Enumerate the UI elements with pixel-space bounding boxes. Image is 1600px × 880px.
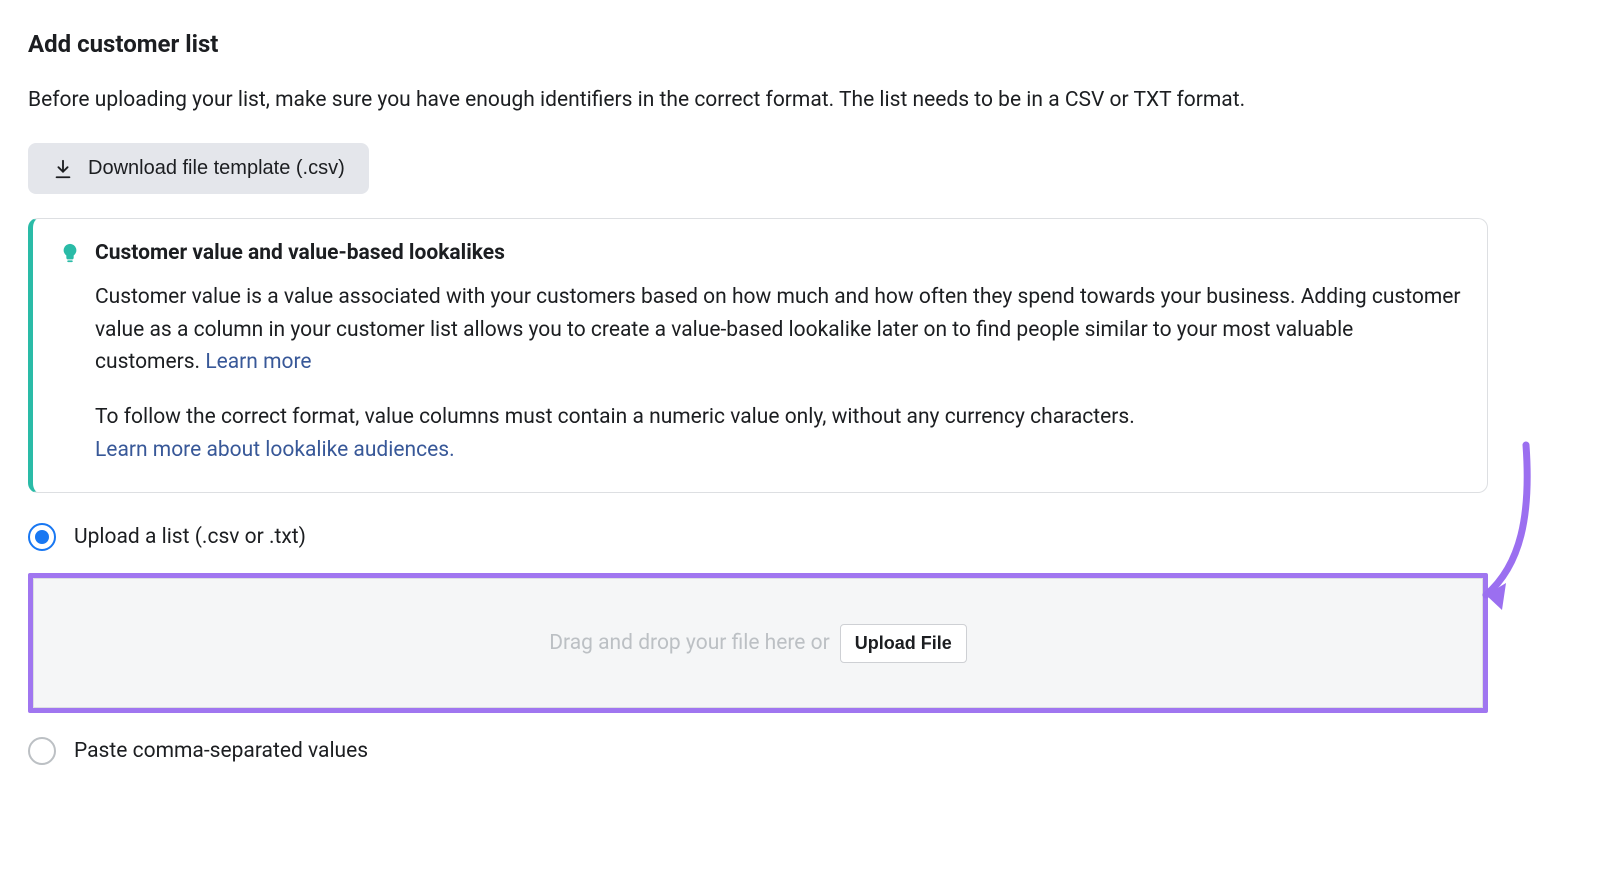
info-card: Customer value and value-based lookalike… [28, 218, 1488, 493]
intro-text: Before uploading your list, make sure yo… [28, 86, 1488, 115]
download-icon [52, 158, 74, 180]
paste-option-row: Paste comma-separated values [28, 737, 1488, 765]
upload-file-button[interactable]: Upload File [840, 624, 967, 663]
radio-dot [35, 530, 49, 544]
download-template-button[interactable]: Download file template (.csv) [28, 143, 369, 194]
learn-more-link-1[interactable]: Learn more [205, 350, 311, 374]
learn-more-link-2[interactable]: Learn more about lookalike audiences. [95, 438, 455, 462]
upload-option-row: Upload a list (.csv or .txt) [28, 523, 1488, 551]
upload-radio[interactable] [28, 523, 56, 551]
paste-option-label: Paste comma-separated values [74, 739, 368, 763]
lightbulb-icon [59, 242, 81, 264]
dropzone-text: Drag and drop your file here or [549, 631, 830, 655]
page-title: Add customer list [28, 30, 1488, 58]
paste-radio[interactable] [28, 737, 56, 765]
file-dropzone[interactable]: Drag and drop your file here or Upload F… [33, 578, 1483, 708]
info-card-title: Customer value and value-based lookalike… [95, 241, 505, 265]
download-template-label: Download file template (.csv) [88, 157, 345, 180]
upload-option-label: Upload a list (.csv or .txt) [74, 525, 306, 549]
dropzone-highlight: Drag and drop your file here or Upload F… [28, 573, 1488, 713]
info-paragraph-1: Customer value is a value associated wit… [95, 281, 1461, 379]
info-paragraph-2: To follow the correct format, value colu… [95, 401, 1461, 466]
